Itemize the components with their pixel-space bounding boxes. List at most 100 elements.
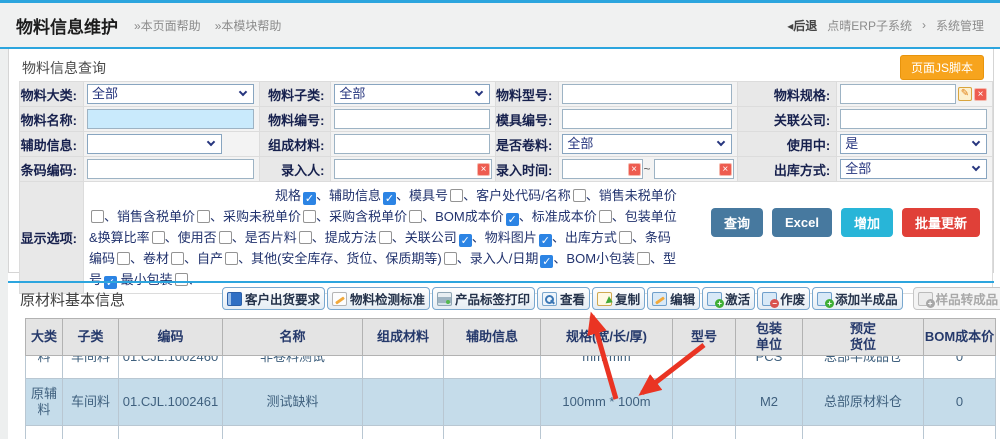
display-option: 销售含税单价、 (117, 209, 223, 224)
col-header-pack-unit[interactable]: 包装 单位 (736, 319, 803, 356)
material-class-select[interactable]: 全部 (87, 84, 254, 104)
material-code-input[interactable] (334, 109, 490, 129)
display-option: BOM成本价、 (435, 209, 532, 224)
col-header-reserved-location[interactable]: 预定 货位 (803, 319, 924, 356)
barcode-input[interactable] (87, 159, 254, 179)
add-semi-product-button[interactable]: 添加半成品 (812, 287, 903, 310)
excel-export-button[interactable]: Excel (772, 208, 832, 237)
display-option-checkbox[interactable] (171, 252, 184, 265)
entry-person-input[interactable] (334, 159, 492, 179)
col-header-big-class[interactable]: 大类 (26, 319, 63, 356)
option-separator: 、 (165, 230, 178, 245)
view-button[interactable]: 查看 (537, 287, 590, 310)
aux-info-select[interactable] (87, 134, 222, 154)
material-inspection-standard-button[interactable]: 物料检测标准 (327, 287, 430, 310)
display-option-checkbox[interactable] (539, 234, 552, 247)
display-option-checkbox[interactable] (573, 189, 586, 202)
option-separator: 、 (552, 230, 565, 245)
void-button[interactable]: 作废 (757, 287, 810, 310)
display-option-checkbox[interactable] (450, 189, 463, 202)
material-name-input[interactable] (87, 109, 254, 129)
col-header-model[interactable]: 型号 (673, 319, 736, 356)
display-option-checkbox[interactable] (506, 213, 519, 226)
back-label: 后退 (793, 19, 817, 33)
display-option-checkbox[interactable] (225, 252, 238, 265)
display-option-checkbox[interactable] (91, 210, 104, 223)
display-option-checkbox[interactable] (303, 192, 316, 205)
display-option-checkbox[interactable] (383, 192, 396, 205)
cell-name: 测试缺料 (223, 379, 363, 426)
display-option-checkbox[interactable] (379, 231, 392, 244)
is-roll-select[interactable]: 全部 (562, 134, 731, 154)
option-separator: 、 (632, 230, 645, 245)
col-header-name[interactable]: 名称 (223, 319, 363, 356)
col-header-aux-info[interactable]: 辅助信息 (444, 319, 541, 356)
display-option-label: 规格 (275, 188, 301, 203)
entry-time-from-clear-icon[interactable]: × (628, 163, 641, 176)
display-option: 提成方法、 (325, 230, 405, 245)
activate-button[interactable]: 激活 (702, 287, 755, 310)
add-button[interactable]: 增加 (841, 208, 893, 237)
outbound-mode-select[interactable]: 全部 (840, 159, 987, 179)
material-subclass-select[interactable]: 全部 (334, 84, 490, 104)
display-option-checkbox[interactable] (599, 210, 612, 223)
option-separator: 、 (316, 188, 329, 203)
customer-shipping-requirements-button[interactable]: 客户出货要求 (222, 287, 325, 310)
chevron-down-icon (238, 88, 246, 96)
table-row-empty[interactable] (26, 426, 996, 439)
spec-clear-icon[interactable]: × (974, 88, 987, 101)
display-option-checkbox[interactable] (619, 231, 632, 244)
display-option-checkbox[interactable] (540, 255, 553, 268)
col-header-code[interactable]: 编码 (119, 319, 223, 356)
entry-person-clear-icon[interactable]: × (477, 163, 490, 176)
display-option-checkbox[interactable] (219, 231, 232, 244)
display-option-checkbox[interactable] (197, 210, 210, 223)
display-option-checkbox[interactable] (459, 234, 472, 247)
edit-button[interactable]: 编辑 (647, 287, 700, 310)
col-header-composition[interactable]: 组成材料 (363, 319, 444, 356)
query-form-row-3: 辅助信息: 组成材料: 是否卷料: 全部 使用中: 是 (20, 132, 993, 157)
back-button[interactable]: ◂后退 (787, 17, 817, 34)
col-header-sub-class[interactable]: 子类 (63, 319, 119, 356)
table-row-partial[interactable]: 料 车间料 01.CJL.1002460 非卷料测试 mm*mm PCS 总部半… (26, 356, 996, 379)
mold-code-input[interactable] (562, 109, 731, 129)
materials-toolbar: 客户出货要求 物料检测标准 产品标签打印 查看 复制 编辑 激活 作废 添加半成… (222, 287, 1000, 310)
display-option-label: 客户处代码/名称 (476, 188, 571, 203)
page-js-script-button[interactable]: 页面JS脚本 (900, 55, 984, 80)
module-help-link[interactable]: »本模块帮助 (215, 17, 282, 34)
display-option-label: 采购未税单价 (223, 209, 301, 224)
display-option-checkbox[interactable] (299, 231, 312, 244)
material-spec-input[interactable] (840, 84, 956, 104)
material-model-input[interactable] (562, 84, 731, 104)
section-crumb-link[interactable]: 系统管理 (936, 17, 984, 34)
display-option-checkbox[interactable] (152, 231, 165, 244)
display-option-checkbox[interactable] (637, 252, 650, 265)
query-form-row-1: 物料大类: 全部 物料子类: 全部 物料型号: 物料规格: ✎ × (20, 82, 993, 107)
system-crumb-link[interactable]: 点晴ERP子系统 (827, 17, 912, 34)
add-semi-plus-icon (817, 292, 832, 306)
display-option-checkbox[interactable] (409, 210, 422, 223)
col-header-bom-cost[interactable]: BOM成本价 (924, 319, 996, 356)
display-option-label: 最小包装 (121, 272, 173, 287)
page-help-link[interactable]: »本页面帮助 (134, 17, 201, 34)
option-separator: 、 (650, 251, 663, 266)
in-use-select[interactable]: 是 (840, 134, 987, 154)
batch-update-button[interactable]: 批量更新 (902, 208, 980, 237)
printer-icon (437, 292, 452, 306)
related-company-input[interactable] (840, 109, 987, 129)
col-header-spec[interactable]: 规格(宽/长/厚) (541, 319, 673, 356)
button-label: 样品转成品 (936, 289, 999, 308)
display-option-checkbox[interactable] (175, 273, 188, 286)
cell-reserved-location: 总部原材料仓 (803, 379, 924, 426)
product-label-print-button[interactable]: 产品标签打印 (432, 287, 535, 310)
display-option: 采购含税单价、 (329, 209, 435, 224)
spec-editor-icon[interactable]: ✎ (958, 87, 972, 101)
display-option-checkbox[interactable] (117, 252, 130, 265)
table-row-selected[interactable]: 原辅料 车间料 01.CJL.1002461 测试缺料 100mm * 100m… (26, 379, 996, 426)
display-option-checkbox[interactable] (444, 252, 457, 265)
composition-input[interactable] (334, 134, 490, 154)
entry-time-to-clear-icon[interactable]: × (719, 163, 732, 176)
copy-button[interactable]: 复制 (592, 287, 645, 310)
display-option-checkbox[interactable] (303, 210, 316, 223)
search-button[interactable]: 查询 (711, 208, 763, 237)
